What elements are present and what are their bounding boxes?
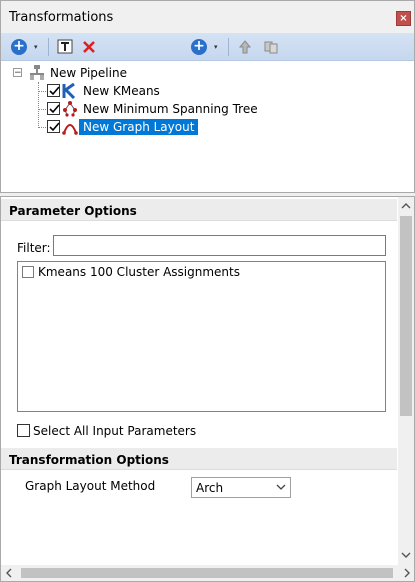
close-icon[interactable]: × bbox=[399, 13, 407, 24]
tree-collapse-icon[interactable]: − bbox=[13, 68, 22, 78]
graph-layout-method-label: Graph Layout Method bbox=[25, 479, 156, 493]
scroll-left-icon[interactable] bbox=[6, 568, 12, 578]
chevron-down-icon[interactable]: ▾ bbox=[214, 43, 218, 51]
mst-icon bbox=[63, 101, 77, 117]
tree-connector bbox=[38, 91, 46, 92]
select-all-label: Select All Input Parameters bbox=[33, 424, 197, 438]
delete-button[interactable] bbox=[79, 36, 99, 58]
scroll-up-icon[interactable] bbox=[401, 203, 411, 209]
rename-icon[interactable] bbox=[57, 39, 73, 55]
add-step-button[interactable]: + ▾ bbox=[189, 36, 223, 58]
scroll-down-icon[interactable] bbox=[401, 552, 411, 558]
horizontal-scroll-thumb[interactable] bbox=[21, 568, 393, 578]
select-all-checkbox[interactable] bbox=[17, 424, 30, 437]
tree-item-label: New Graph Layout bbox=[79, 119, 199, 135]
move-down-icon[interactable] bbox=[263, 39, 279, 55]
add-transformation-icon[interactable]: + bbox=[11, 39, 27, 55]
window-title: Transformations bbox=[9, 10, 114, 25]
tree-item-checkbox[interactable] bbox=[47, 84, 60, 97]
list-item-label: Kmeans 100 Cluster Assignments bbox=[38, 265, 240, 279]
filter-label: Filter: bbox=[17, 241, 51, 255]
graph-layout-icon bbox=[62, 124, 78, 135]
tree-connector bbox=[38, 109, 46, 110]
title-bar: Transformations × bbox=[1, 1, 414, 33]
parameter-list: Kmeans 100 Cluster Assignments bbox=[17, 261, 386, 412]
move-down-button[interactable] bbox=[261, 36, 281, 58]
list-item[interactable]: Kmeans 100 Cluster Assignments bbox=[21, 264, 381, 280]
delete-icon[interactable] bbox=[81, 39, 97, 55]
transformations-panel: Transformations × + ▾ + ▾ − New Pipeline… bbox=[0, 0, 415, 193]
tree-connector bbox=[38, 82, 39, 128]
tree-item-graph-layout[interactable]: New Graph Layout bbox=[47, 118, 199, 136]
add-step-icon[interactable]: + bbox=[191, 39, 207, 55]
kmeans-icon bbox=[62, 83, 76, 99]
tree-item-label: New KMeans bbox=[83, 84, 160, 98]
tree-item-minimum-spanning-tree[interactable]: New Minimum Spanning Tree bbox=[47, 100, 258, 118]
horizontal-scrollbar[interactable] bbox=[1, 565, 414, 581]
tree-root-pipeline[interactable]: − New Pipeline bbox=[13, 65, 153, 83]
filter-input[interactable] bbox=[53, 235, 386, 256]
tree-item-checkbox[interactable] bbox=[47, 120, 60, 133]
toolbar-separator bbox=[48, 38, 49, 56]
transformation-options-header: Transformation Options bbox=[1, 448, 397, 470]
select-all-toggle[interactable]: Select All Input Parameters bbox=[17, 424, 217, 440]
graph-layout-method-select[interactable]: Arch bbox=[191, 477, 291, 498]
move-up-button[interactable] bbox=[235, 36, 255, 58]
toolbar: + ▾ + ▾ bbox=[1, 33, 414, 61]
tree-root-label: New Pipeline bbox=[50, 66, 127, 80]
tree-item-label: New Minimum Spanning Tree bbox=[83, 102, 258, 116]
vertical-scrollbar[interactable] bbox=[398, 197, 414, 569]
rename-button[interactable] bbox=[55, 36, 75, 58]
pipeline-icon bbox=[30, 65, 44, 80]
list-item-checkbox[interactable] bbox=[22, 266, 34, 278]
tree-item-checkbox[interactable] bbox=[47, 102, 60, 115]
parameter-options-header: Parameter Options bbox=[1, 199, 397, 221]
graph-layout-method-value: Arch bbox=[196, 481, 224, 495]
chevron-down-icon[interactable] bbox=[276, 484, 286, 491]
add-transformation-button[interactable]: + ▾ bbox=[9, 36, 43, 58]
vertical-scroll-thumb[interactable] bbox=[400, 216, 412, 416]
tree-item-kmeans[interactable]: New KMeans bbox=[47, 82, 177, 100]
move-up-icon[interactable] bbox=[237, 39, 253, 55]
scroll-right-icon[interactable] bbox=[404, 568, 410, 578]
toolbar-separator bbox=[228, 38, 229, 56]
close-button[interactable]: × bbox=[396, 11, 411, 26]
pipeline-tree: − New Pipeline New KMeans New Minimum Sp… bbox=[1, 61, 414, 192]
tree-connector bbox=[38, 127, 46, 128]
chevron-down-icon[interactable]: ▾ bbox=[34, 43, 38, 51]
options-panel: Parameter Options Filter: Kmeans 100 Clu… bbox=[0, 196, 415, 582]
